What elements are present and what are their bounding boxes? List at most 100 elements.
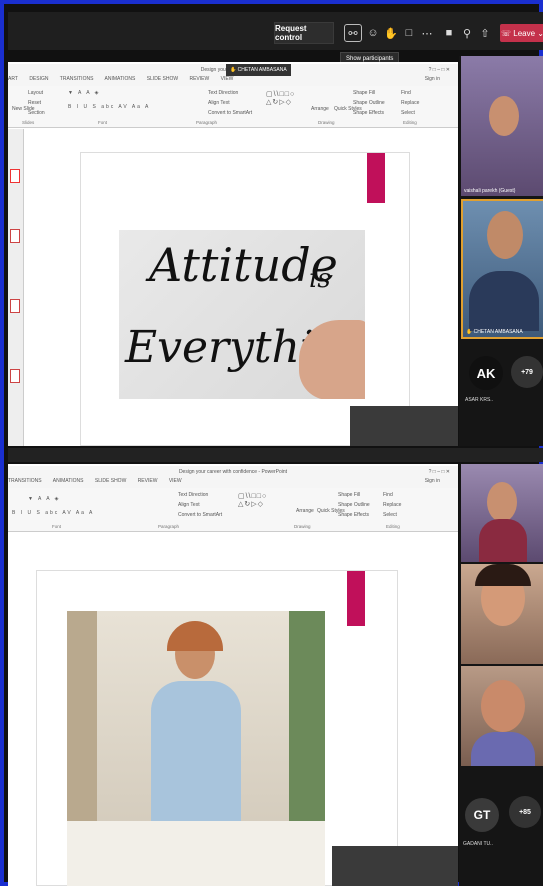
shape-effects-button[interactable]: Shape Effects (353, 110, 384, 116)
slide-thumbnail[interactable] (10, 369, 20, 383)
participant-name: vaishali parekh (Guest) (464, 188, 516, 194)
woman-blouse (151, 681, 241, 821)
hand-image (299, 320, 365, 399)
participant-video-active[interactable]: ✋ CHETAN AMBASANA (461, 199, 543, 339)
share-screen-icon[interactable]: ⇧ (476, 24, 494, 42)
editing-group-label: Editing (403, 120, 417, 125)
tab-design[interactable]: DESIGN (29, 76, 48, 82)
find-button[interactable]: Find (401, 90, 411, 96)
shape-outline-button[interactable]: Shape Outline (338, 502, 370, 508)
replace-button[interactable]: Replace (401, 100, 419, 106)
replace-button[interactable]: Replace (383, 502, 401, 508)
slide-thumbnails[interactable] (8, 129, 24, 446)
slide-thumbnail[interactable] (10, 169, 20, 183)
tab-review[interactable]: REVIEW (189, 76, 209, 82)
is-text: is (309, 264, 331, 294)
tab-view[interactable]: VIEW (169, 478, 182, 484)
overlay-block (332, 846, 458, 886)
shapes-gallery[interactable]: ▢\\□□○ △↻▷◇ (266, 90, 295, 106)
participant-face (489, 96, 519, 136)
sign-in-link[interactable]: Sign in (425, 76, 440, 82)
divider (8, 448, 543, 462)
editing-group-label: Editing (386, 524, 400, 529)
paragraph-group-label: Paragraph (196, 120, 218, 125)
window-controls[interactable]: ? □ – □ ✕ (429, 64, 450, 76)
reactions-icon[interactable]: ☺ (364, 24, 382, 42)
microphone-icon[interactable]: ⚲ (458, 24, 476, 42)
slide-thumbnail[interactable] (10, 229, 20, 243)
participant-name: ✋ CHETAN AMBASANA (466, 329, 523, 335)
font-style-controls[interactable]: B I U S abc AV Aa A (68, 104, 150, 110)
tab-art[interactable]: ART (8, 76, 18, 82)
request-control-button[interactable]: Request control (274, 22, 334, 44)
convert-smartart-button[interactable]: Convert to SmartArt (208, 110, 252, 116)
participants-icon[interactable]: ⚯ (344, 24, 362, 42)
find-button[interactable]: Find (383, 492, 393, 498)
participant-video[interactable]: vaishali parekh (Guest) (461, 56, 543, 196)
align-text-button[interactable]: Align Text (208, 100, 230, 106)
sign-in-link[interactable]: Sign in (425, 478, 440, 484)
convert-smartart-button[interactable]: Convert to SmartArt (178, 512, 222, 518)
woman-hair (167, 621, 223, 651)
avatar-name: GADANI TU.. (463, 841, 493, 847)
participant-face (487, 211, 523, 259)
tab-slide-show[interactable]: SLIDE SHOW (147, 76, 178, 82)
ribbon-tabs: ART DESIGN TRANSITIONS ANIMATIONS SLIDE … (8, 76, 458, 86)
select-button[interactable]: Select (383, 512, 397, 518)
more-actions-icon[interactable]: ⋯ (418, 24, 436, 42)
participant-hair (475, 564, 531, 586)
avatar[interactable]: GT (465, 798, 499, 832)
leave-label: Leave (513, 28, 536, 38)
participant-video[interactable] (461, 564, 543, 664)
meeting-toolbar: Request control ⚯ ☺ ✋ □ ⋯ ■ ⚲ ⇧ ☏ Leave … (8, 12, 543, 50)
window-controls[interactable]: ? □ – □ ✕ (429, 466, 450, 478)
participant-face (487, 482, 517, 522)
participant-video[interactable] (461, 666, 543, 766)
font-controls[interactable]: ▼ A A ◈ (28, 496, 61, 502)
slide-accent-bar (347, 571, 365, 626)
slide-accent-bar (367, 153, 385, 203)
camera-icon[interactable]: ■ (440, 24, 458, 42)
shape-outline-button[interactable]: Shape Outline (353, 100, 385, 106)
shapes-gallery[interactable]: ▢\\□□○ △↻▷◇ (238, 492, 267, 508)
tab-review[interactable]: REVIEW (138, 478, 158, 484)
participants-sidebar-top: vaishali parekh (Guest) ✋ CHETAN AMBASAN… (459, 56, 543, 446)
tab-view[interactable]: VIEW (221, 76, 234, 82)
slide-thumbnail[interactable] (10, 299, 20, 313)
section-button[interactable]: Section (28, 110, 45, 116)
tab-animations[interactable]: ANIMATIONS (53, 478, 84, 484)
participant-shirt (479, 519, 527, 562)
participant-video[interactable] (461, 464, 543, 562)
raise-hand-icon[interactable]: ✋ (382, 24, 400, 42)
participant-shirt (469, 271, 539, 331)
shared-screen-bottom: Design your career with confidence - Pow… (8, 464, 458, 886)
chat-icon[interactable]: □ (400, 24, 418, 42)
participant-shirt (471, 732, 535, 766)
overlay-block (350, 406, 458, 446)
shape-fill-button[interactable]: Shape Fill (353, 90, 375, 96)
tab-transitions[interactable]: TRANSITIONS (60, 76, 94, 82)
font-group-label: Font (52, 524, 62, 529)
text-direction-button[interactable]: Text Direction (178, 492, 208, 498)
ribbon: ▼ A A ◈ B I U S abc AV Aa A Text Directi… (8, 488, 458, 532)
tab-transitions[interactable]: TRANSITIONS (8, 478, 42, 484)
avatar[interactable]: AK (469, 356, 503, 390)
text-direction-button[interactable]: Text Direction (208, 90, 238, 96)
more-participants-count[interactable]: +79 (511, 356, 543, 388)
font-style-controls[interactable]: B I U S abc AV Aa A (12, 510, 94, 516)
select-button[interactable]: Select (401, 110, 415, 116)
shape-fill-button[interactable]: Shape Fill (338, 492, 360, 498)
font-controls[interactable]: ▼ A A ◈ (68, 90, 101, 96)
shape-effects-button[interactable]: Shape Effects (338, 512, 369, 518)
tab-slide-show[interactable]: SLIDE SHOW (95, 478, 126, 484)
arrange-button[interactable]: Arrange (296, 508, 314, 514)
desk (67, 821, 325, 886)
font-group-label: Font (98, 120, 108, 125)
leave-button[interactable]: ☏ Leave ⌄ (500, 24, 543, 42)
tab-animations[interactable]: ANIMATIONS (105, 76, 136, 82)
arrange-button[interactable]: Arrange (311, 106, 329, 112)
more-participants-count[interactable]: +85 (509, 796, 541, 828)
align-text-button[interactable]: Align Text (178, 502, 200, 508)
layout-button[interactable]: Layout (28, 90, 43, 96)
paragraph-group-label: Paragraph (158, 524, 180, 529)
